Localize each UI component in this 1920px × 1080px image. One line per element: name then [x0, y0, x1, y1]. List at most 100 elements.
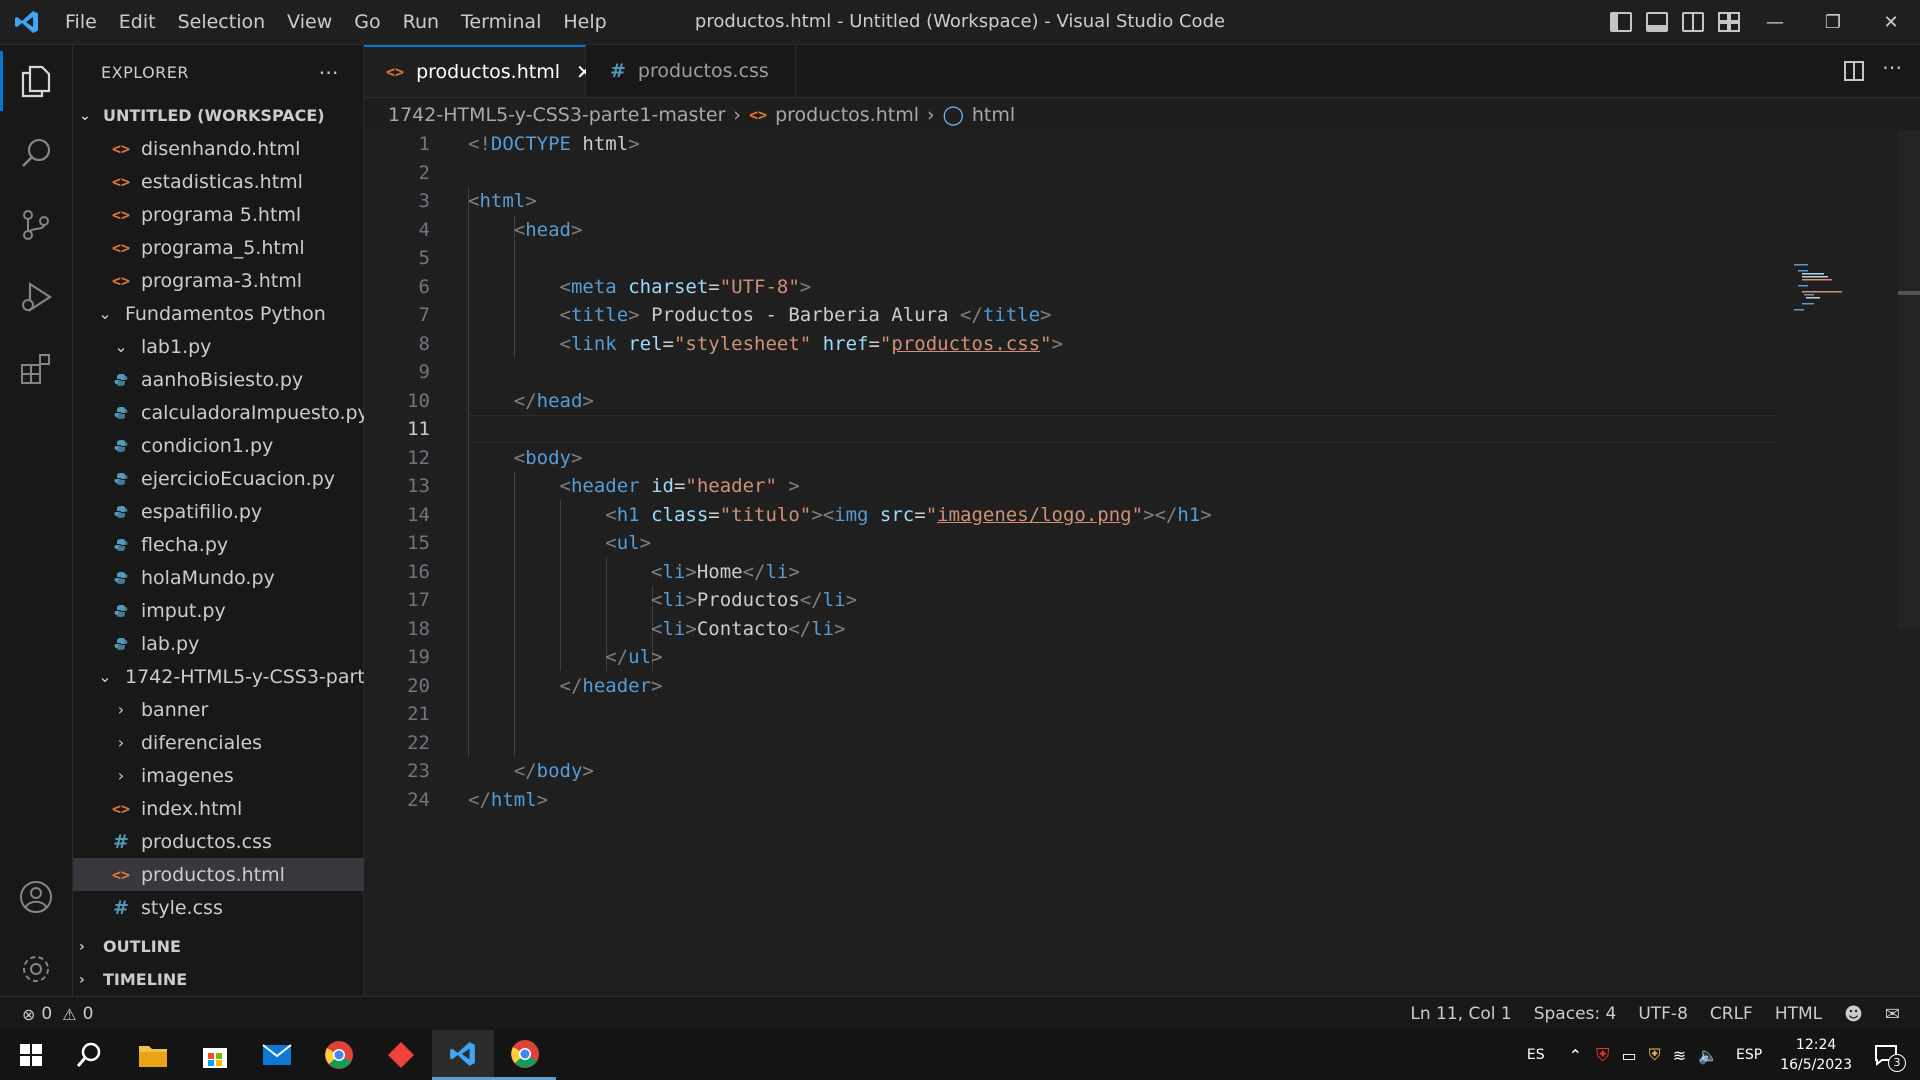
menu-run[interactable]: Run: [392, 0, 450, 44]
minimap[interactable]: [1790, 260, 1860, 320]
code-line[interactable]: 5: [364, 244, 1804, 273]
clock[interactable]: 12:24 16/5/2023: [1780, 1035, 1852, 1075]
code-line[interactable]: 17 <li>Productos</li>: [364, 586, 1804, 615]
code-line[interactable]: 19 </ul>: [364, 643, 1804, 672]
input-language[interactable]: ES: [1527, 1047, 1545, 1063]
minimize-icon[interactable]: —: [1746, 0, 1804, 44]
tree-item[interactable]: imput.py: [73, 594, 401, 627]
tree-item[interactable]: <> estadisticas.html: [73, 165, 401, 198]
cursor-position[interactable]: Ln 11, Col 1: [1410, 1004, 1511, 1024]
chevron-up-icon[interactable]: ⌃: [1569, 1046, 1582, 1065]
vertical-scrollbar[interactable]: [1898, 130, 1920, 630]
chrome-icon[interactable]: [308, 1030, 370, 1080]
close-window-icon[interactable]: ✕: [1862, 0, 1920, 44]
defender-icon[interactable]: ⛨: [1649, 1045, 1661, 1065]
tab-productos-css[interactable]: # productos.css: [586, 45, 796, 97]
taskbar-search-icon[interactable]: [58, 1030, 120, 1080]
code-line[interactable]: 23 </body>: [364, 757, 1804, 786]
code-line[interactable]: 20 </header>: [364, 672, 1804, 701]
antivirus-shield-icon[interactable]: ⛨: [1596, 1045, 1610, 1066]
breadcrumb-file[interactable]: productos.html: [775, 104, 919, 126]
menu-file[interactable]: File: [54, 0, 108, 44]
code-line[interactable]: 24 </html>: [364, 786, 1804, 815]
problems-indicator[interactable]: ⊗ 0 ⚠ 0: [22, 1004, 93, 1024]
run-debug-icon[interactable]: [0, 261, 72, 333]
code-line[interactable]: 18 <li>Contacto</li>: [364, 615, 1804, 644]
code-editor[interactable]: 1 <!DOCTYPE html> 2 3 <html> 4 <head> 5 6 <meta…: [364, 130, 1920, 996]
code-line[interactable]: 15 <ul>: [364, 529, 1804, 558]
wifi-icon[interactable]: ≋: [1673, 1046, 1686, 1065]
code-line[interactable]: 13 <header id="header" >: [364, 472, 1804, 501]
code-line[interactable]: 2: [364, 159, 1804, 188]
code-line[interactable]: 6 <meta charset="UTF-8">: [364, 273, 1804, 302]
tree-item[interactable]: › imagenes: [73, 759, 401, 792]
split-editor-icon[interactable]: [1844, 61, 1864, 81]
more-actions-icon[interactable]: ⋯: [319, 60, 340, 84]
code-line[interactable]: 9: [364, 358, 1804, 387]
source-control-icon[interactable]: [0, 189, 72, 261]
tree-item[interactable]: <> index.html: [73, 792, 401, 825]
toggle-panel-icon[interactable]: [1646, 12, 1668, 32]
code-line[interactable]: 10 </head>: [364, 387, 1804, 416]
tree-item[interactable]: › banner: [73, 693, 401, 726]
notification-center-icon[interactable]: 3: [1874, 1044, 1906, 1072]
explorer-icon[interactable]: [0, 45, 72, 117]
tree-item[interactable]: flecha.py: [73, 528, 401, 561]
workspace-section[interactable]: ⌄ UNTITLED (WORKSPACE): [73, 99, 369, 132]
menu-terminal[interactable]: Terminal: [450, 0, 552, 44]
tree-item[interactable]: holaMundo.py: [73, 561, 401, 594]
extensions-icon[interactable]: [0, 333, 72, 405]
tree-item[interactable]: aanhoBisiesto.py: [73, 363, 401, 396]
code-line[interactable]: 21: [364, 700, 1804, 729]
search-icon[interactable]: [0, 117, 72, 189]
code-line[interactable]: 16 <li>Home</li>: [364, 558, 1804, 587]
tree-item[interactable]: ⌄ lab1.py: [73, 330, 401, 363]
tree-item[interactable]: <> disenhando.html: [73, 132, 401, 165]
anydesk-icon[interactable]: [370, 1030, 432, 1080]
tree-item[interactable]: <> programa 5.html: [73, 198, 401, 231]
tree-item[interactable]: espatifilio.py: [73, 495, 401, 528]
code-line[interactable]: 7 <title> Productos - Barberia Alura </t…: [364, 301, 1804, 330]
indentation[interactable]: Spaces: 4: [1534, 1004, 1617, 1024]
tree-item[interactable]: # style.css: [73, 891, 401, 924]
toggle-secondary-sidebar-icon[interactable]: [1682, 12, 1704, 32]
editor-more-actions-icon[interactable]: ⋯: [1882, 55, 1902, 79]
chrome-running-icon[interactable]: [494, 1030, 556, 1080]
menu-help[interactable]: Help: [552, 0, 617, 44]
tree-item[interactable]: ejercicioEcuacion.py: [73, 462, 401, 495]
tree-item[interactable]: ⌄ 1742-HTML5-y-CSS3-part...: [73, 660, 385, 693]
keyboard-layout[interactable]: ESP: [1736, 1047, 1762, 1063]
customize-layout-icon[interactable]: [1718, 12, 1740, 32]
code-line[interactable]: 22: [364, 729, 1804, 758]
tree-item[interactable]: condicion1.py: [73, 429, 401, 462]
tree-item[interactable]: ⌄ Fundamentos Python: [73, 297, 385, 330]
battery-icon[interactable]: ▭: [1622, 1046, 1637, 1065]
accounts-icon[interactable]: [0, 861, 72, 933]
restore-icon[interactable]: ❐: [1804, 0, 1862, 44]
code-line[interactable]: 14 <h1 class="titulo"><img src="imagenes…: [364, 501, 1804, 530]
breadcrumb-symbol[interactable]: html: [972, 104, 1015, 126]
code-line[interactable]: 4 <head>: [364, 216, 1804, 245]
vscode-taskbar-icon[interactable]: [432, 1030, 494, 1080]
menu-go[interactable]: Go: [343, 0, 391, 44]
menu-edit[interactable]: Edit: [108, 0, 167, 44]
tree-item[interactable]: # productos.css: [73, 825, 401, 858]
manage-gear-icon[interactable]: [0, 933, 72, 1005]
mail-icon[interactable]: [246, 1030, 308, 1080]
code-line[interactable]: 8 <link rel="stylesheet" href="productos…: [364, 330, 1804, 359]
code-line[interactable]: 3 <html>: [364, 187, 1804, 216]
microsoft-store-icon[interactable]: [184, 1030, 246, 1080]
file-explorer-icon[interactable]: [122, 1030, 184, 1080]
timeline-section[interactable]: › TIMELINE: [73, 963, 369, 996]
code-line[interactable]: 12 <body>: [364, 444, 1804, 473]
tab-productos-html[interactable]: <> productos.html ✕: [364, 45, 593, 97]
tree-item[interactable]: <> productos.html: [73, 858, 401, 891]
volume-icon[interactable]: 🔈: [1698, 1046, 1718, 1065]
notifications-bell-icon[interactable]: ✉: [1885, 1004, 1900, 1025]
windows-start-icon[interactable]: [0, 1030, 62, 1080]
outline-section[interactable]: › OUTLINE: [73, 930, 369, 963]
menu-selection[interactable]: Selection: [167, 0, 277, 44]
tree-item[interactable]: › diferenciales: [73, 726, 401, 759]
breadcrumb-folder[interactable]: 1742-HTML5-y-CSS3-parte1-master: [388, 104, 725, 126]
code-line[interactable]: 1 <!DOCTYPE html>: [364, 130, 1804, 159]
